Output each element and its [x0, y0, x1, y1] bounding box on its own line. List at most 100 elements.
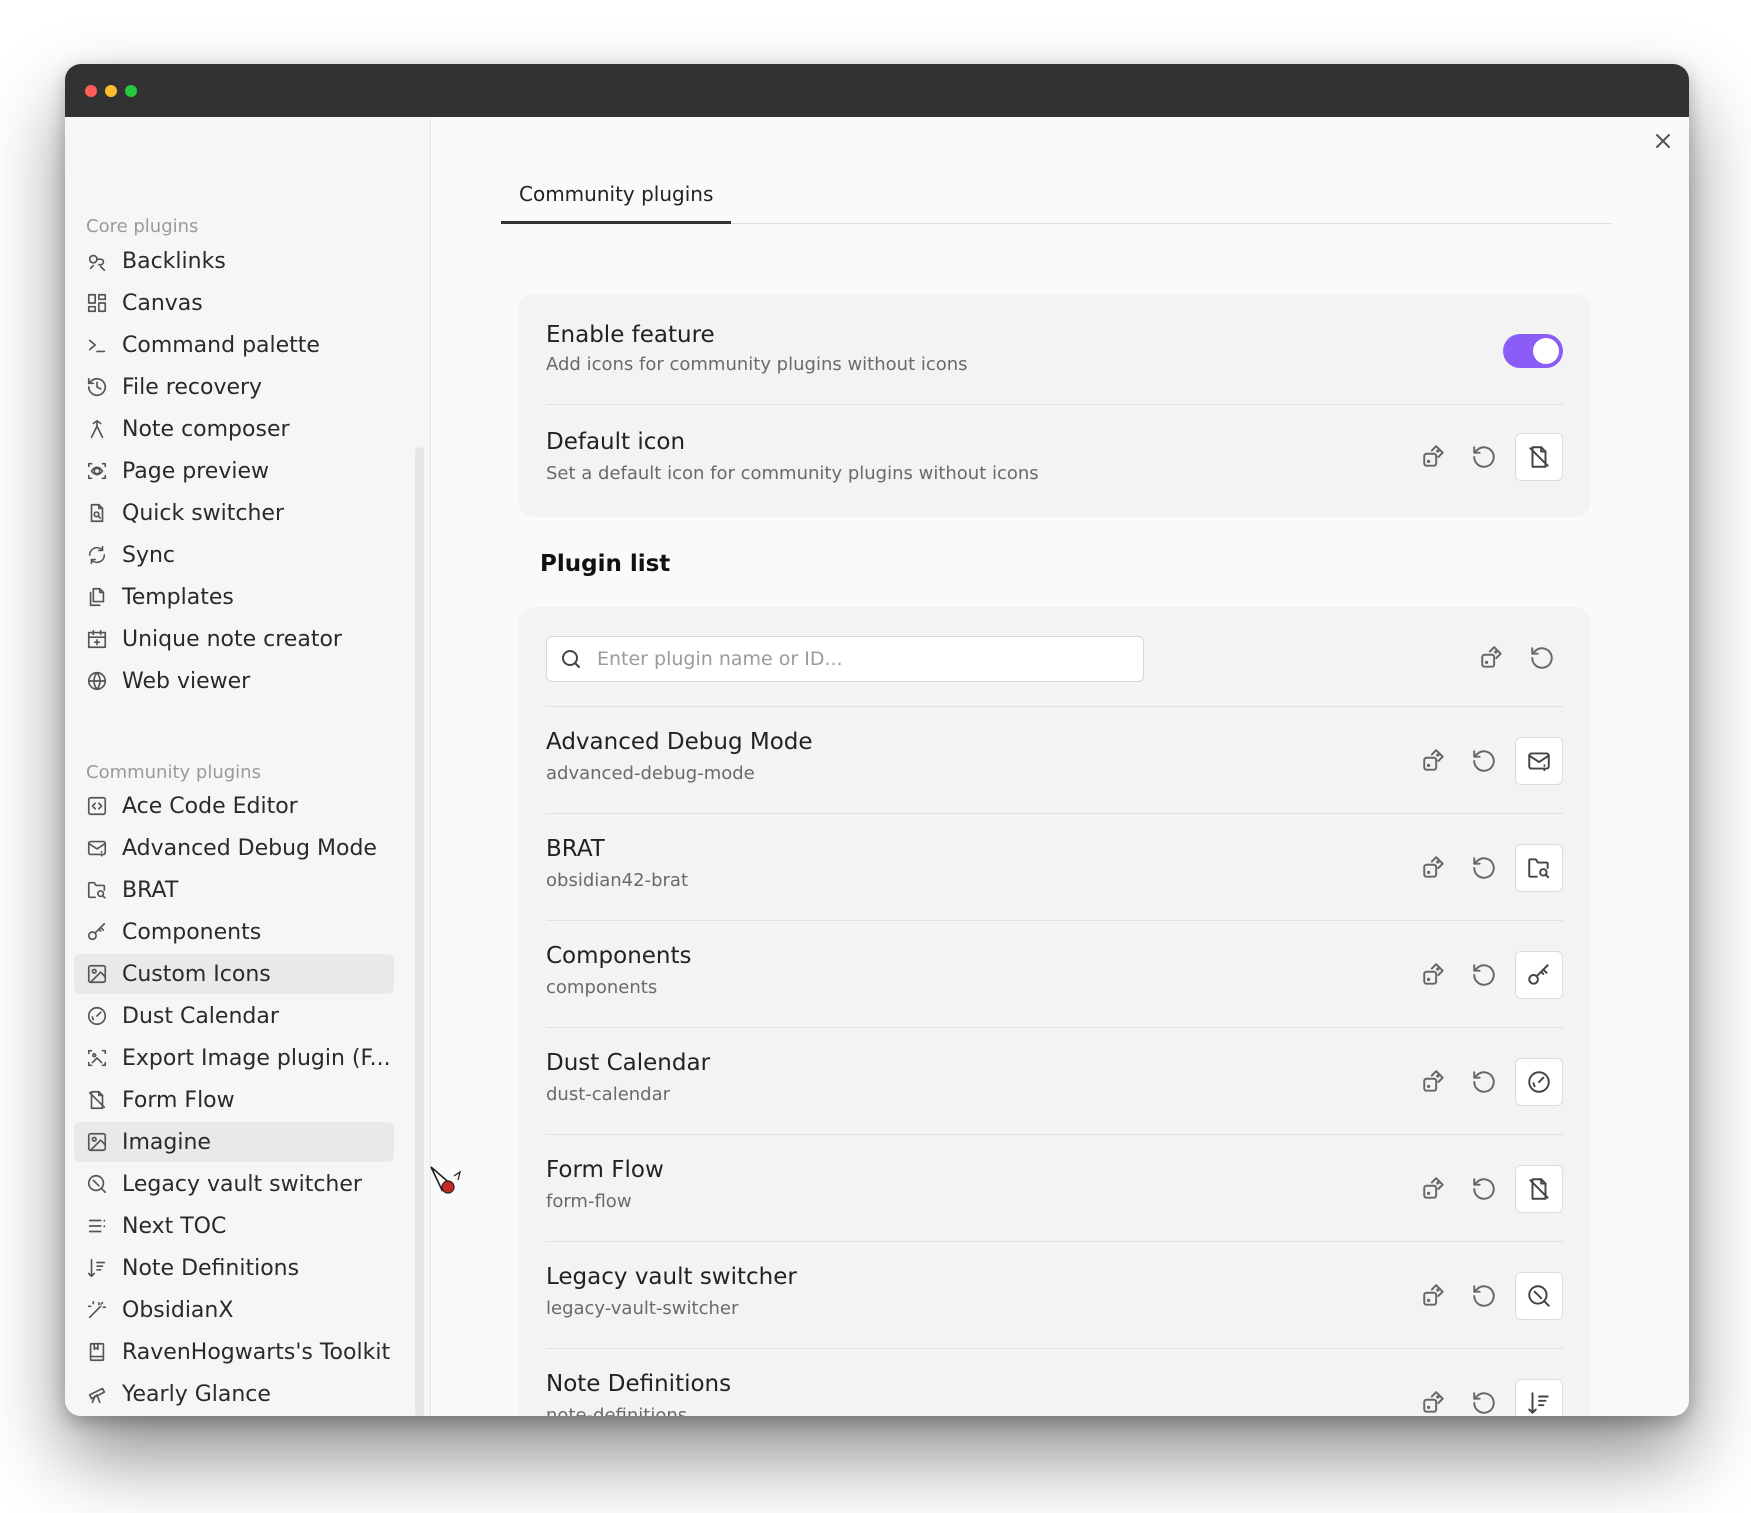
- sidebar-item-label: Sync: [122, 542, 176, 568]
- sidebar-item-unique-note-creator[interactable]: Unique note creator: [74, 619, 394, 659]
- sidebar-item-canvas[interactable]: Canvas: [74, 283, 394, 323]
- reset-icon[interactable]: [1463, 1168, 1505, 1210]
- merge-icon: [86, 418, 108, 440]
- sidebar-item-legacy-vault-switcher[interactable]: Legacy vault switcher: [74, 1164, 394, 1204]
- plugin-icon-picker-button[interactable]: [1515, 951, 1563, 999]
- plugin-row-actions: [1405, 1058, 1563, 1106]
- plugin-icon-picker-button[interactable]: [1515, 1165, 1563, 1213]
- sidebar-item-label: Page preview: [122, 458, 269, 484]
- sidebar-scrollbar[interactable]: [415, 447, 424, 1416]
- dice-icon[interactable]: [1413, 1382, 1455, 1416]
- sidebar-item-advanced-debug-mode[interactable]: Advanced Debug Mode: [74, 828, 394, 868]
- plugin-icon-picker-button[interactable]: [1515, 844, 1563, 892]
- reset-icon[interactable]: [1463, 1061, 1505, 1103]
- enable-feature-toggle[interactable]: [1503, 334, 1563, 368]
- zoom-window-button[interactable]: [125, 85, 137, 97]
- plugin-icon-picker-button[interactable]: [1515, 1058, 1563, 1106]
- sidebar-item-components[interactable]: Components: [74, 912, 394, 952]
- globe-icon: [86, 670, 108, 692]
- tab-community-plugins[interactable]: Community plugins: [501, 167, 732, 224]
- plugin-name: Form Flow: [546, 1157, 664, 1183]
- reset-icon[interactable]: [1463, 847, 1505, 889]
- sidebar-item-label: Legacy vault switcher: [122, 1171, 362, 1197]
- sidebar-item-quick-switcher[interactable]: Quick switcher: [74, 493, 394, 533]
- sidebar-item-obsidianx[interactable]: ObsidianX: [74, 1290, 394, 1330]
- scan-image-icon: [86, 1047, 108, 1069]
- sidebar-item-note-definitions[interactable]: Note Definitions: [74, 1248, 394, 1288]
- sidebar-item-form-flow[interactable]: Form Flow: [74, 1080, 394, 1120]
- sidebar-item-label: Command palette: [122, 332, 320, 358]
- settings-content: Community plugins Enable feature Add ico…: [431, 117, 1689, 1416]
- plugin-icon-picker-button[interactable]: [1515, 1272, 1563, 1320]
- plugin-row-actions: [1405, 1379, 1563, 1416]
- plugin-icon-picker-button[interactable]: [1515, 1379, 1563, 1416]
- reset-icon[interactable]: [1463, 740, 1505, 782]
- reset-icon[interactable]: [1521, 637, 1563, 679]
- plugin-icon-picker-button[interactable]: [1515, 737, 1563, 785]
- plugin-row: Note Definitions note-definitions: [546, 1349, 1563, 1416]
- setting-default-icon: Default icon Set a default icon for comm…: [546, 405, 1563, 517]
- dice-icon[interactable]: [1413, 1275, 1455, 1317]
- sidebar-item-next-toc[interactable]: Next TOC: [74, 1206, 394, 1246]
- dice-icon[interactable]: [1413, 847, 1455, 889]
- sync-icon: [86, 544, 108, 566]
- sidebar-item-ace-code-editor[interactable]: Ace Code Editor: [74, 786, 394, 826]
- dice-icon[interactable]: [1413, 954, 1455, 996]
- search-slash-icon: [86, 1173, 108, 1195]
- sidebar-item-imagine[interactable]: Imagine: [74, 1122, 394, 1162]
- magic-wand-icon: [86, 1299, 108, 1321]
- sidebar-item-label: Next TOC: [122, 1213, 227, 1239]
- dice-icon[interactable]: [1471, 637, 1513, 679]
- core-plugins-heading: Core plugins: [86, 216, 199, 237]
- sidebar-item-label: Backlinks: [122, 248, 226, 274]
- dice-icon[interactable]: [1413, 1061, 1455, 1103]
- sidebar-item-custom-icons[interactable]: Custom Icons: [74, 954, 394, 994]
- code-square-icon: [86, 795, 108, 817]
- dice-icon[interactable]: [1413, 1168, 1455, 1210]
- dice-icon[interactable]: [1413, 436, 1455, 478]
- close-icon[interactable]: [1651, 129, 1675, 153]
- titlebar: [65, 64, 1689, 117]
- sidebar-item-file-recovery[interactable]: File recovery: [74, 367, 394, 407]
- plugin-name: Legacy vault switcher: [546, 1264, 797, 1290]
- sidebar-item-note-composer[interactable]: Note composer: [74, 409, 394, 449]
- sidebar-item-templates[interactable]: Templates: [74, 577, 394, 617]
- sidebar-item-sync[interactable]: Sync: [74, 535, 394, 575]
- sidebar-item-brat[interactable]: BRAT: [74, 870, 394, 910]
- sidebar-item-ravenhogwarts-s-toolkit[interactable]: RavenHogwarts's Toolkit: [74, 1332, 394, 1372]
- sidebar-item-command-palette[interactable]: Command palette: [74, 325, 394, 365]
- plugin-search-input[interactable]: [595, 647, 1119, 671]
- reset-icon[interactable]: [1463, 436, 1505, 478]
- reset-icon[interactable]: [1463, 1275, 1505, 1317]
- sidebar-item-backlinks[interactable]: Backlinks: [74, 241, 394, 281]
- sidebar-item-label: Templates: [122, 584, 234, 610]
- minimize-window-button[interactable]: [105, 85, 117, 97]
- plugin-row-actions: [1405, 737, 1563, 785]
- settings-sidebar: Core plugins Backlinks Canvas Command pa…: [65, 117, 431, 1416]
- telescope-icon: [86, 1383, 108, 1405]
- plugin-row: Legacy vault switcher legacy-vault-switc…: [546, 1242, 1563, 1349]
- dice-icon[interactable]: [1413, 740, 1455, 782]
- sidebar-item-yearly-glance[interactable]: Yearly Glance: [74, 1374, 394, 1414]
- sidebar-item-label: Quick switcher: [122, 500, 285, 526]
- reset-icon[interactable]: [1463, 1382, 1505, 1416]
- default-icon-picker-button[interactable]: [1515, 433, 1563, 481]
- sidebar-item-web-viewer[interactable]: Web viewer: [74, 661, 394, 701]
- sidebar-item-label: Components: [122, 919, 262, 945]
- sidebar-item-export-image-plugin-f-[interactable]: Export Image plugin (F...: [74, 1038, 394, 1078]
- sidebar-item-label: Note composer: [122, 416, 290, 442]
- search-icon: [559, 647, 583, 671]
- plugin-name: Dust Calendar: [546, 1050, 711, 1076]
- sidebar-item-page-preview[interactable]: Page preview: [74, 451, 394, 491]
- close-window-button[interactable]: [85, 85, 97, 97]
- sidebar-item-dust-calendar[interactable]: Dust Calendar: [74, 996, 394, 1036]
- mail-question-icon: [1526, 748, 1552, 774]
- plugin-row-actions: [1405, 844, 1563, 892]
- sidebar-item-label: Yearly Glance: [122, 1381, 271, 1407]
- reset-icon[interactable]: [1463, 954, 1505, 996]
- sidebar-item-label: Note Definitions: [122, 1255, 300, 1281]
- sidebar-item-label: Custom Icons: [122, 961, 271, 987]
- sidebar-item-label: File recovery: [122, 374, 263, 400]
- plugin-row: Advanced Debug Mode advanced-debug-mode: [546, 707, 1563, 814]
- mouse-cursor: [427, 1164, 467, 1204]
